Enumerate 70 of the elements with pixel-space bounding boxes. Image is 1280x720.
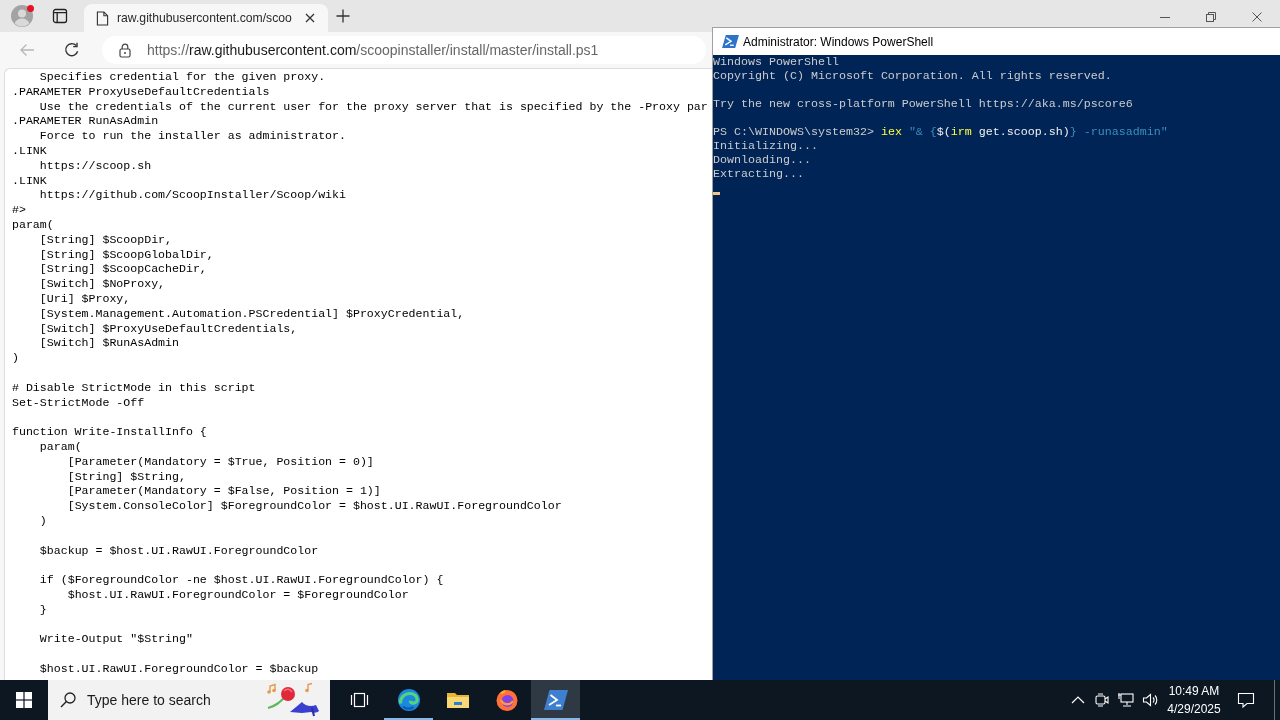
- restore-icon: [1206, 12, 1216, 22]
- code-line: [Parameter(Mandatory = $False, Position = 1)]: [67, 484, 381, 498]
- console-line: Downloading...: [713, 153, 811, 167]
- code-line: https://scoop.sh: [39, 158, 152, 172]
- code-line: [Uri] $Proxy,: [39, 291, 131, 305]
- code-line: param(: [12, 217, 54, 231]
- code-line: # Disable StrictMode in this script: [12, 380, 256, 394]
- page-icon: [96, 10, 109, 26]
- taskbar-app-button[interactable]: [531, 680, 580, 720]
- console-line: Try the new cross-platform PowerShell https://aka.ms/pscore6: [713, 97, 1133, 111]
- windows-logo-icon: [16, 692, 32, 708]
- code-line: .PARAMETER RunAsAdmin: [12, 114, 159, 128]
- code-line: .PARAMETER ProxyUseDefaultCredentials: [12, 84, 270, 98]
- camera-icon: [1094, 692, 1110, 708]
- console-line: Copyright (C) Microsoft Corporation. All rights reserved.: [713, 69, 1112, 83]
- code-line: .LINK: [12, 144, 47, 157]
- code-line: Write-Output "$String": [39, 632, 193, 646]
- code-line: $backup = $host.UI.RawUI.ForegroundColor: [39, 543, 319, 557]
- code-line: param(: [39, 439, 82, 453]
- code-line: Specifies credential for the given proxy.: [39, 70, 326, 83]
- console-line: Initializing...: [713, 139, 818, 153]
- lock-icon: [119, 42, 131, 58]
- code-line: Use the credentials of the current user for the proxy server that is specified by the -Proxy par: [39, 99, 708, 113]
- panel-icon: [52, 8, 68, 24]
- text-cursor: [713, 192, 720, 195]
- arrow-left-icon: [19, 43, 35, 57]
- code-line: [Switch] $ProxyUseDefaultCredentials,: [39, 321, 298, 335]
- code-line: [System.ConsoleColor] $ForegroundColor = $host.UI.RawUI.ForegroundColor: [67, 499, 562, 513]
- code-line: $host.UI.RawUI.ForegroundColor = $backup: [39, 661, 319, 675]
- code-line: $host.UI.RawUI.ForegroundColor = $ForegroundColor: [67, 587, 409, 601]
- terminal-icon: [722, 34, 739, 49]
- code-line: [System.Management.Automation.PSCredential] $ProxyCredential,: [39, 306, 465, 320]
- code-line: .LINK: [12, 173, 47, 187]
- code-line: if ($ForegroundColor -ne $host.UI.RawUI.ForegroundColor) {: [39, 573, 444, 587]
- browser-swirl-icon: [396, 688, 421, 712]
- code-line: function Write-InstallInfo {: [12, 425, 207, 439]
- code-line: #>: [12, 203, 26, 217]
- code-line: [Parameter(Mandatory = $True, Position = 0)]: [67, 454, 374, 468]
- close-icon: [1252, 12, 1262, 22]
- address-bar[interactable]: https://raw.githubusercontent.com/scoopinstaller/install/master/install.ps1: [102, 36, 706, 64]
- code-line: ): [39, 513, 47, 527]
- terminal-icon: [543, 688, 568, 712]
- fox-globe-icon: [494, 688, 519, 712]
- code-line: [String] $ScoopCacheDir,: [39, 262, 207, 276]
- command-line: PS C:\WINDOWS\system32> iex "& {$(irm get.scoop.sh)} -runasadmin": [713, 125, 1168, 139]
- console-line: Extracting...: [713, 167, 804, 181]
- avatar-icon: [11, 5, 33, 27]
- task-view-icon: [350, 692, 370, 708]
- code-line: Force to run the installer as administrator.: [39, 129, 346, 143]
- code-line: [Switch] $RunAsAdmin: [39, 336, 179, 350]
- close-icon: [304, 13, 315, 23]
- reload-icon: [64, 42, 80, 58]
- search-field[interactable]: Type here to search: [48, 680, 330, 720]
- network-icon: [1118, 692, 1134, 708]
- code-line: [Switch] $NoProxy,: [39, 277, 166, 291]
- code-line: [String] $ScoopDir,: [39, 232, 173, 246]
- code-line: }: [39, 602, 47, 616]
- code-line: https://github.com/ScoopInstaller/Scoop/wiki: [39, 188, 346, 202]
- code-line: Set-StrictMode -Off: [12, 395, 145, 409]
- window-title: Administrator: Windows PowerShell: [743, 34, 934, 49]
- code-line: ): [12, 351, 19, 365]
- browser-tab[interactable]: raw.githubusercontent.com/scoo: [84, 4, 328, 32]
- code-line: [String] $String,: [67, 469, 186, 483]
- search-icon: [60, 692, 76, 708]
- plus-icon: [335, 9, 350, 23]
- volume-icon: [1142, 692, 1158, 708]
- code-line: [String] $ScoopGlobalDir,: [39, 247, 214, 261]
- console-line: Windows PowerShell: [713, 55, 839, 69]
- clock-button[interactable]: 10:49 AM 4/29/2025: [1162, 680, 1226, 720]
- notifications-icon: [1237, 692, 1255, 708]
